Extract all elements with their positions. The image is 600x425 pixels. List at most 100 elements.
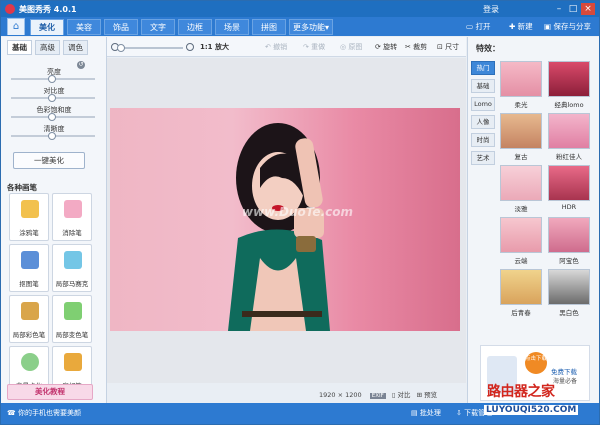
app-logo-icon — [5, 4, 15, 14]
effect-thumbnail — [548, 113, 590, 149]
contrast-knob[interactable] — [48, 94, 56, 102]
saturation-knob[interactable] — [48, 113, 56, 121]
edited-photo[interactable]: www.DuoTe.com — [110, 108, 460, 331]
tab-effect-basic[interactable]: 基础 — [471, 79, 495, 93]
compare-button[interactable]: ▯ 对比 — [392, 391, 411, 399]
zoom-in-icon[interactable] — [186, 43, 194, 51]
original-button[interactable]: ◎ 原图 — [340, 42, 362, 52]
open-button[interactable]: ▭ 打开 — [466, 20, 490, 33]
effect-thumbnail — [548, 165, 590, 201]
size-button[interactable]: ⊡ 尺寸 — [437, 42, 459, 52]
effect-classic-lomo[interactable]: 经典lomo — [548, 61, 590, 109]
cutout-pen-button[interactable]: 抠图笔 — [9, 244, 49, 292]
redo-label: 重做 — [311, 43, 326, 51]
image-toolbar: 1:1 放大 ↶ 撤销 ↷ 重做 ◎ 原图 ⟳ 旋转 ✂ 裁剪 ⊡ 尺寸 — [107, 37, 466, 57]
effect-vintage[interactable]: 复古 — [500, 113, 542, 161]
zoom-label: 放大 — [214, 43, 229, 51]
effect-label: 复古 — [514, 153, 528, 161]
batch-process-button[interactable]: ▤ 批处理 — [411, 408, 441, 418]
status-phone-promo[interactable]: ☎ 你的手机也需要美颜 — [7, 408, 81, 418]
effect-hdr[interactable]: HDR — [548, 165, 590, 211]
eraser-icon — [64, 200, 82, 218]
tab-lomo[interactable]: Lomo — [471, 97, 495, 111]
pen-label: 涂鸦笔 — [19, 229, 39, 237]
effect-label: 阿宝色 — [559, 257, 579, 265]
recolor-pen-button[interactable]: 局部变色笔 — [52, 295, 92, 343]
effect-soft-light[interactable]: 柔光 — [500, 61, 542, 109]
effects-heading: 特效： — [476, 44, 500, 53]
zoom-slider[interactable] — [121, 47, 183, 49]
effect-abao[interactable]: 阿宝色 — [548, 217, 590, 265]
effect-cloud[interactable]: 云端 — [500, 217, 542, 265]
sharpness-knob[interactable] — [48, 132, 56, 140]
actual-size-button[interactable]: 1:1 放大 — [200, 42, 229, 52]
tab-basic[interactable]: 基础 — [7, 40, 32, 55]
pencil-icon — [21, 200, 39, 218]
effect-thumbnail — [548, 61, 590, 97]
tab-portrait[interactable]: 人像 — [471, 115, 495, 129]
minimize-icon[interactable]: – — [552, 3, 566, 15]
tab-color[interactable]: 调色 — [63, 40, 88, 55]
tab-scene[interactable]: 场景 — [215, 19, 249, 35]
effect-elegant[interactable]: 淡雅 — [500, 165, 542, 213]
mosaic-pen-button[interactable]: 局部马赛克 — [52, 244, 92, 292]
zoom-knob[interactable] — [117, 44, 125, 52]
pen-heading: 各种画笔 — [7, 183, 37, 192]
open-label: 打开 — [475, 22, 491, 31]
save-share-button[interactable]: ▣ 保存与分享 — [544, 20, 591, 33]
crop-button[interactable]: ✂ 裁剪 — [405, 42, 427, 52]
paint-bucket-icon — [64, 302, 82, 320]
brand-url: LUYOUQI520.COM — [484, 405, 579, 415]
redo-button[interactable]: ↷ 重做 — [303, 42, 325, 52]
one-key-beautify-button[interactable]: 一键美化 — [13, 152, 85, 169]
effect-thumbnail — [548, 269, 590, 305]
mosaic-icon — [64, 251, 82, 269]
crop-label: 裁剪 — [413, 43, 428, 51]
effect-black-white[interactable]: 黑白色 — [548, 269, 590, 317]
preview-label: 预览 — [424, 391, 438, 399]
tab-beautify[interactable]: 美化 — [30, 19, 64, 35]
partial-color-pen-button[interactable]: 局部彩色笔 — [9, 295, 49, 343]
tab-more[interactable]: 更多功能▾ — [289, 19, 333, 35]
eraser-pen-button[interactable]: 消除笔 — [52, 193, 92, 241]
tab-accessories[interactable]: 饰品 — [104, 19, 138, 35]
effect-thumbnail — [500, 217, 542, 253]
tab-makeup[interactable]: 美容 — [67, 19, 101, 35]
left-panel: 基础 高级 调色 ↺ 亮度 对比度 色彩饱和度 清晰度 一键美化 各种画笔 涂鸦… — [1, 37, 107, 403]
effect-label: 黑白色 — [559, 309, 579, 317]
home-icon[interactable]: ⌂ — [7, 18, 25, 35]
new-label: 新建 — [517, 22, 533, 31]
login-link[interactable]: 登录 — [483, 4, 499, 15]
watermark-text: www.DuoTe.com — [242, 205, 353, 219]
tab-popular[interactable]: 热门 — [471, 61, 495, 75]
tab-frame[interactable]: 边框 — [178, 19, 212, 35]
effect-thumbnail — [500, 269, 542, 305]
rotate-button[interactable]: ⟳ 旋转 — [375, 42, 397, 52]
effects-panel: 特效： 热门 基础 Lomo 人像 时尚 艺术 柔光 经典lomo 复古 粉红佳… — [467, 37, 599, 403]
ratio-label: 1:1 — [200, 43, 213, 51]
brightness-knob[interactable] — [48, 75, 56, 83]
tab-text[interactable]: 文字 — [141, 19, 175, 35]
tab-collage[interactable]: 拼图 — [252, 19, 286, 35]
effect-label: 淡雅 — [514, 205, 528, 213]
effect-post-youth[interactable]: 后青春 — [500, 269, 542, 317]
pen-label: 局部变色笔 — [55, 331, 89, 339]
save-label: 保存与分享 — [553, 22, 591, 31]
image-info: 1920 × 1200 EXIF ▯ 对比 ⊞ 预览 — [319, 389, 437, 399]
tab-advanced[interactable]: 高级 — [35, 40, 60, 55]
effect-label: 后青春 — [511, 309, 531, 317]
maximize-icon[interactable]: □ — [566, 3, 580, 15]
new-button[interactable]: ✚ 新建 — [509, 20, 533, 33]
graffiti-pen-button[interactable]: 涂鸦笔 — [9, 193, 49, 241]
close-icon[interactable]: × — [581, 3, 595, 15]
tab-art[interactable]: 艺术 — [471, 151, 495, 165]
brand-watermark: 路由器之家 — [487, 384, 555, 400]
undo-button[interactable]: ↶ 撤销 — [265, 42, 287, 52]
tutorial-button[interactable]: 美化教程 — [7, 384, 93, 400]
effect-pink-lady[interactable]: 粉红佳人 — [548, 113, 590, 161]
exif-badge[interactable]: EXIF — [369, 393, 386, 399]
effect-label: 粉红佳人 — [556, 153, 582, 161]
app-window: 美图秀秀 4.0.1 登录 – □ × ⌂ 美化 美容 饰品 文字 边框 场景 … — [0, 0, 600, 425]
tab-fashion[interactable]: 时尚 — [471, 133, 495, 147]
preview-button[interactable]: ⊞ 预览 — [417, 391, 438, 399]
